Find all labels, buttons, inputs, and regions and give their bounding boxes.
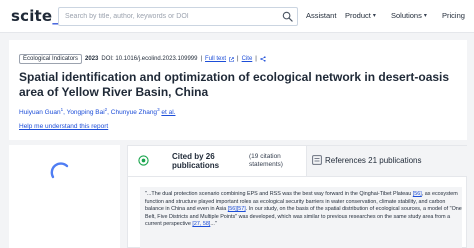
citation-ref-link[interactable]: [27, 58] [192, 221, 210, 227]
references-icon [312, 155, 322, 165]
badge-panel [9, 145, 120, 248]
paper-meta: Ecological Indicators 2023 DOI: 10.1016/… [19, 54, 266, 64]
nav-solutions[interactable]: Solutions ▾ [391, 11, 427, 20]
help-understand-link[interactable]: Help me understand this report [19, 123, 108, 130]
quote-bubble-icon [138, 155, 149, 166]
references-count[interactable]: References 21 publications [325, 156, 422, 165]
nav-product[interactable]: Product ▾ [345, 11, 376, 20]
search-input[interactable] [65, 8, 275, 25]
separator: | [200, 56, 203, 62]
citation-statements-count: (19 citation statements) [249, 153, 283, 168]
cited-by-count[interactable]: Cited by 26 publications [172, 152, 232, 170]
author-link[interactable]: Yongping Bai [67, 109, 105, 116]
chevron-down-icon: ▾ [423, 13, 427, 19]
paper-title: Spatial identification and optimization … [19, 70, 450, 99]
share-icon[interactable] [260, 56, 266, 62]
doi-text[interactable]: DOI: 10.1016/j.ecolind.2023.109999 [101, 56, 197, 62]
search-box [58, 7, 298, 26]
scite-logo[interactable]: scite_ [11, 7, 60, 25]
cite-link[interactable]: Cite [242, 56, 253, 62]
top-navbar: scite_ Assistant Product▾ Solutions▾ Pri… [0, 0, 474, 33]
author-affiliation: 2 [104, 107, 108, 112]
search-icon[interactable] [282, 11, 293, 22]
loading-spinner-icon [50, 162, 69, 179]
publication-year: 2023 [85, 56, 99, 62]
separator: | [255, 56, 257, 62]
author-affiliation: 1 [60, 107, 64, 112]
author-list: Huiyuan Guan1, Yongping Bai2, Chunyue Zh… [19, 107, 176, 117]
author-link[interactable]: Chunyue Zhang [111, 109, 157, 116]
citation-ref-link[interactable]: [56] [413, 191, 422, 197]
full-text-link[interactable]: Full text [205, 56, 226, 62]
citation-ref-link[interactable]: [56][57] [228, 206, 246, 212]
separator: | [237, 56, 239, 62]
chevron-down-icon: ▾ [372, 13, 376, 19]
citation-snippet: "...The dual protection scenario combini… [140, 187, 462, 248]
journal-badge[interactable]: Ecological Indicators [19, 54, 83, 64]
nav-assistant[interactable]: Assistant [306, 11, 336, 20]
author-link[interactable]: Huiyuan Guan [19, 109, 61, 116]
nav-pricing[interactable]: Pricing [442, 11, 465, 20]
author-affiliation: 3 [157, 107, 160, 112]
et-al-link[interactable]: et al. [161, 109, 175, 116]
external-link-icon [229, 56, 234, 62]
